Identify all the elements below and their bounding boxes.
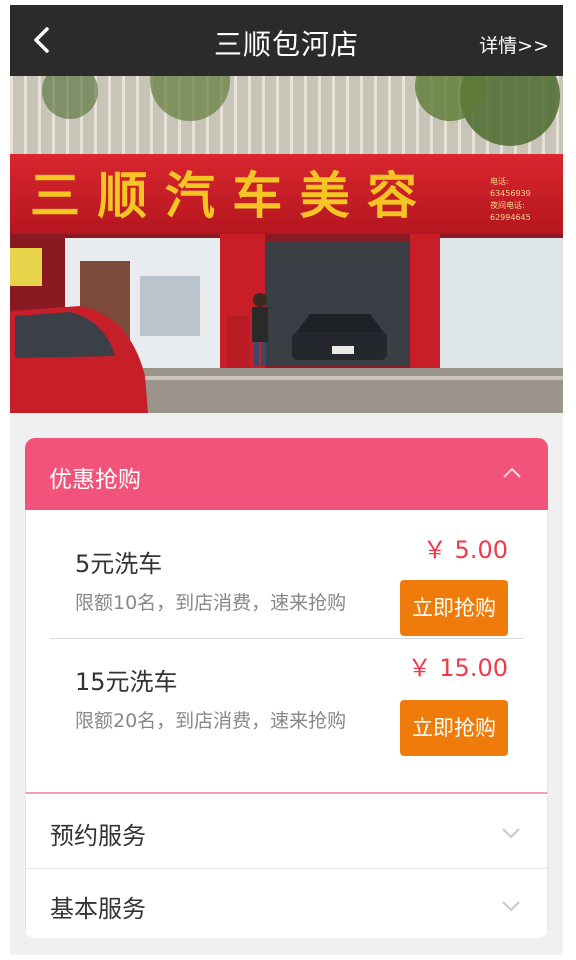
- basic-section-header[interactable]: 基本服务: [25, 869, 548, 938]
- list-item: 15元洗车 限额20名，到店消费，速来抢购 ￥ 15.00 立即抢购: [50, 640, 524, 756]
- basic-title: 基本服务: [50, 895, 146, 923]
- deal-price: ￥ 5.00: [422, 536, 508, 564]
- chevron-down-icon: [502, 901, 520, 912]
- top-bar: 三顺包河店 详情>>: [10, 5, 563, 76]
- svg-text:电话:: 电话:: [490, 176, 509, 186]
- chevron-down-icon: [502, 828, 520, 839]
- deal-name: 15元洗车: [75, 668, 178, 696]
- svg-text:63456939: 63456939: [490, 189, 531, 198]
- divider: [50, 638, 524, 639]
- details-link[interactable]: 详情>>: [479, 31, 549, 58]
- booking-title: 预约服务: [50, 822, 146, 850]
- deal-description: 限额10名，到店消费，速来抢购: [75, 592, 347, 614]
- svg-text:夜间电话:: 夜间电话:: [490, 200, 525, 210]
- buy-now-button[interactable]: 立即抢购: [400, 580, 508, 636]
- service-card: 优惠抢购 5元洗车 限额10名，到店消费，速来抢购 ￥ 5.00 立即抢购 15…: [25, 438, 548, 938]
- app-frame: 三顺包河店 详情>> 三 顺 汽 车 美 容 电话: 63456939 夜间电话…: [10, 5, 563, 955]
- buy-now-button[interactable]: 立即抢购: [400, 700, 508, 756]
- promotions-list: 5元洗车 限额10名，到店消费，速来抢购 ￥ 5.00 立即抢购 15元洗车 限…: [25, 510, 548, 794]
- promotions-header[interactable]: 优惠抢购: [25, 438, 548, 510]
- list-item: 5元洗车 限额10名，到店消费，速来抢购 ￥ 5.00 立即抢购: [50, 522, 524, 638]
- deal-price: ￥ 15.00: [407, 654, 508, 682]
- storefront-photo: 三 顺 汽 车 美 容 电话: 63456939 夜间电话: 62994645: [10, 76, 563, 413]
- svg-text:62994645: 62994645: [490, 213, 531, 222]
- store-sign-text: 三 顺 汽 车 美 容: [30, 167, 417, 225]
- promotions-title: 优惠抢购: [49, 467, 141, 493]
- booking-section-header[interactable]: 预约服务: [25, 796, 548, 868]
- deal-name: 5元洗车: [75, 550, 163, 578]
- deal-description: 限额20名，到店消费，速来抢购: [75, 710, 347, 732]
- chevron-up-icon: [503, 467, 521, 478]
